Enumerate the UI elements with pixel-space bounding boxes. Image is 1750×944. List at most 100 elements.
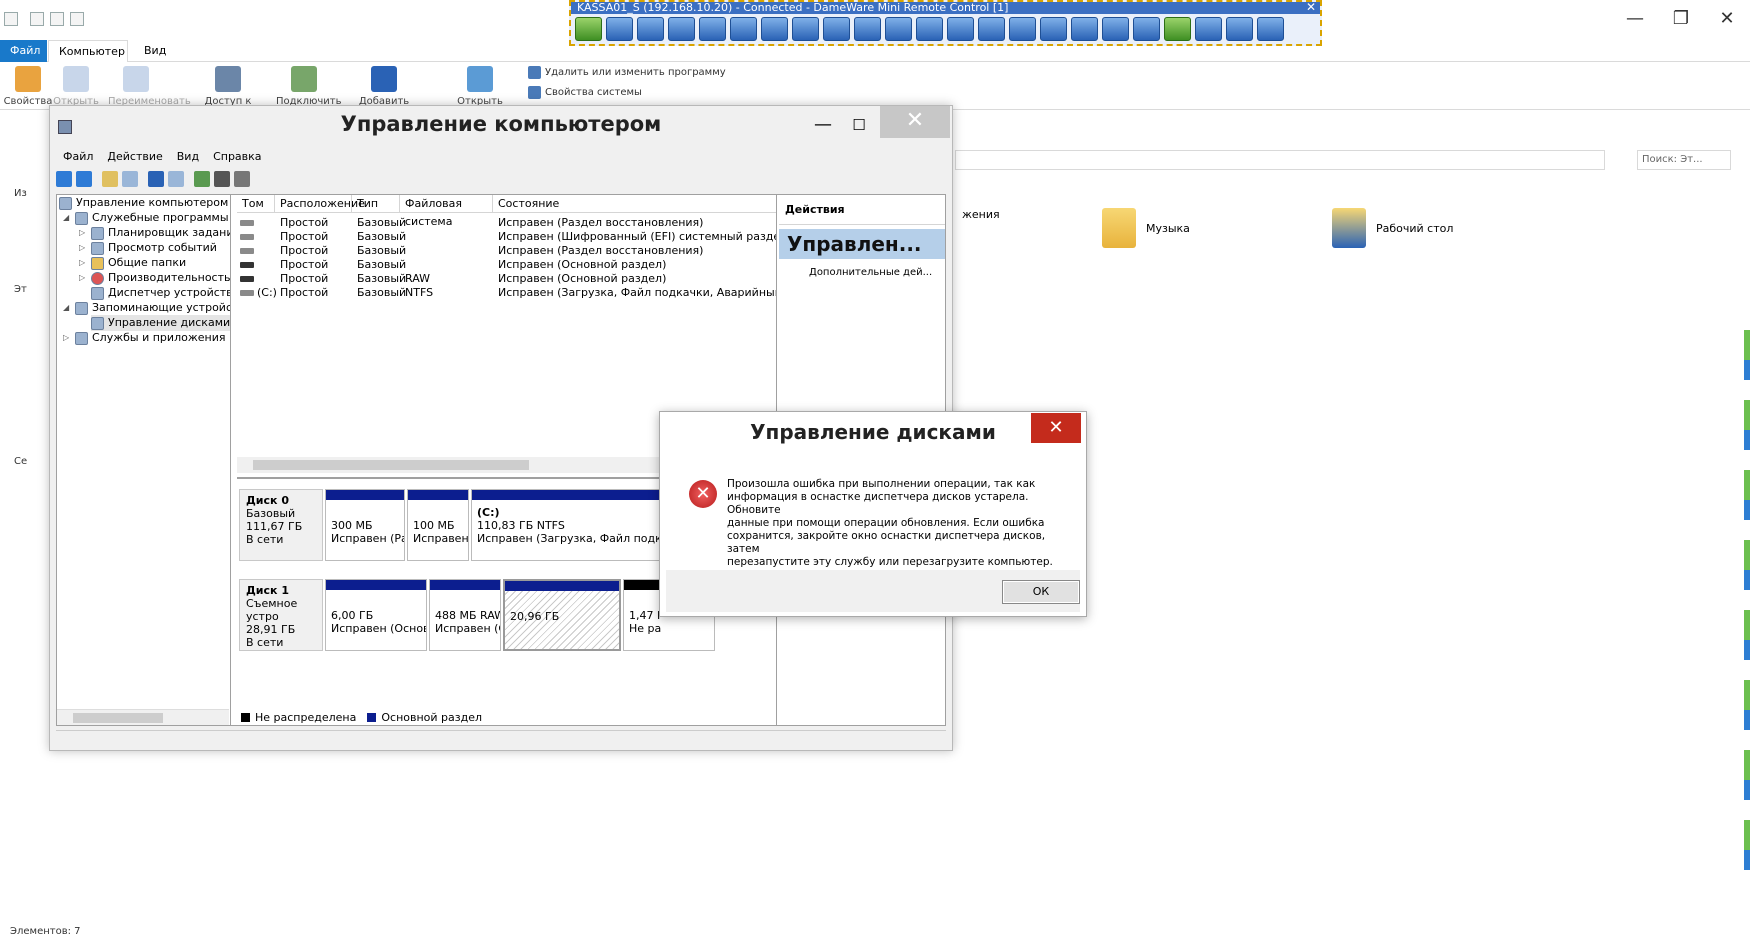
column-header-layout[interactable]: Расположение: [275, 195, 365, 213]
forward-icon[interactable]: [76, 171, 92, 187]
ribbon-map-drive-button[interactable]: Подключить: [276, 66, 342, 107]
new-folder-quick-icon[interactable]: [50, 12, 64, 26]
tree-item-disk-management[interactable]: Управление дисками: [91, 315, 230, 331]
folder-music[interactable]: Музыка: [1102, 208, 1190, 248]
refresh-icon[interactable]: [194, 171, 210, 187]
menu-file[interactable]: Файл: [56, 148, 100, 166]
up-icon[interactable]: [102, 171, 118, 187]
collapse-arrow-icon[interactable]: ◢: [63, 210, 71, 226]
column-header-volume[interactable]: Том: [237, 195, 275, 213]
remove-host-icon[interactable]: [1195, 17, 1222, 41]
search-input[interactable]: Поиск: Эт...: [1637, 150, 1731, 170]
disconnect-network-icon[interactable]: [1133, 17, 1160, 41]
expand-arrow-icon[interactable]: ▷: [63, 330, 71, 346]
windows-icon[interactable]: [1226, 17, 1253, 41]
dameware-close-button[interactable]: ✕: [1306, 0, 1316, 14]
address-bar[interactable]: [955, 150, 1605, 170]
partition-disk1-selected[interactable]: 20,96 ГБ: [503, 579, 621, 651]
tools-icon[interactable]: [1257, 17, 1284, 41]
partition-disk1-raw[interactable]: 488 МБ RAW Исправен (С: [429, 579, 501, 651]
show-tree-icon[interactable]: [122, 171, 138, 187]
undo-quick-icon[interactable]: [70, 12, 84, 26]
view-mode-icon[interactable]: [668, 17, 695, 41]
network-icon[interactable]: [1071, 17, 1098, 41]
folder-images[interactable]: жения: [962, 208, 1000, 221]
pointer-icon[interactable]: [885, 17, 912, 41]
cursor-icon[interactable]: [854, 17, 881, 41]
table-row[interactable]: (C:) Простой Базовый NTFS Исправен (Загрузка…: [237, 285, 776, 301]
back-icon[interactable]: [56, 171, 72, 187]
screenshot-icon[interactable]: [978, 17, 1005, 41]
ribbon-rename-button[interactable]: Переименовать: [108, 66, 191, 107]
expand-arrow-icon[interactable]: ▷: [79, 225, 87, 241]
export-icon[interactable]: [214, 171, 230, 187]
scrollbar-thumb[interactable]: [73, 713, 163, 723]
close-button[interactable]: ✕: [1704, 4, 1750, 34]
ctrl-alt-del-icon[interactable]: [730, 17, 757, 41]
tree-item-shared-folders[interactable]: ▷ Общие папки: [79, 255, 186, 271]
tree-item-system-tools[interactable]: ◢ Служебные программы: [63, 210, 229, 226]
cm-close-button[interactable]: ✕: [880, 106, 950, 138]
ok-button[interactable]: ОК: [1002, 580, 1080, 604]
partition-recovery[interactable]: 300 МБИсправен (Разд: [325, 489, 405, 561]
tree-item-storage[interactable]: ◢ Запоминающие устройст: [63, 300, 230, 316]
expand-arrow-icon[interactable]: ▷: [79, 240, 87, 256]
nav-this-pc[interactable]: Эт: [14, 284, 27, 295]
nav-favorites[interactable]: Из: [14, 188, 27, 199]
stop-icon[interactable]: [637, 17, 664, 41]
menu-action[interactable]: Действие: [100, 148, 169, 166]
keyboard-icon[interactable]: [823, 17, 850, 41]
actions-group-disk-management[interactable]: Управлен...: [779, 229, 945, 259]
settings-icon[interactable]: [947, 17, 974, 41]
nav-network[interactable]: Се: [14, 456, 27, 467]
disconnect-icon[interactable]: [575, 17, 602, 41]
disk-1-label[interactable]: Диск 1 Съемное устро 28,91 ГБ В сети: [239, 579, 323, 651]
tab-view[interactable]: Вид: [134, 40, 176, 62]
system-properties-link[interactable]: Свойства системы: [528, 86, 642, 99]
menu-view[interactable]: Вид: [170, 148, 206, 166]
chat-icon[interactable]: [1040, 17, 1067, 41]
scrollbar-thumb[interactable]: [253, 460, 529, 470]
minimize-button[interactable]: —: [1612, 4, 1658, 34]
tree-item-event-viewer[interactable]: ▷ Просмотр событий: [79, 240, 217, 256]
tab-computer[interactable]: Компьютер: [48, 40, 128, 62]
cm-minimize-button[interactable]: —: [806, 112, 840, 138]
tree-item-services-apps[interactable]: ▷ Службы и приложения: [63, 330, 225, 346]
tree-item-performance[interactable]: ▷ Производительность: [79, 270, 230, 286]
refresh-screen-icon[interactable]: [792, 17, 819, 41]
move-icon[interactable]: [699, 17, 726, 41]
tree-horizontal-scrollbar[interactable]: [57, 709, 229, 725]
column-header-status[interactable]: Состояние: [493, 195, 776, 213]
transfer-icon[interactable]: [1102, 17, 1129, 41]
cm-maximize-button[interactable]: ☐: [842, 112, 876, 138]
ribbon-open-button[interactable]: Открыть: [48, 66, 104, 107]
help-icon[interactable]: [148, 171, 164, 187]
print-icon[interactable]: [1009, 17, 1036, 41]
disk-0-label[interactable]: Диск 0 Базовый 111,67 ГБ В сети: [239, 489, 323, 561]
remote-screen-icon[interactable]: [606, 17, 633, 41]
dialog-close-button[interactable]: ✕: [1031, 413, 1081, 443]
add-host-icon[interactable]: [1164, 17, 1191, 41]
menu-help[interactable]: Справка: [206, 148, 268, 166]
maximize-button[interactable]: ❐: [1658, 4, 1704, 34]
actions-pane-icon[interactable]: [168, 171, 184, 187]
expand-arrow-icon[interactable]: ▷: [79, 270, 87, 286]
collapse-arrow-icon[interactable]: ◢: [63, 300, 71, 316]
uninstall-program-link[interactable]: Удалить или изменить программу: [528, 66, 726, 79]
partition-disk1-primary[interactable]: 6,00 ГБ Исправен (Основ: [325, 579, 427, 651]
lock-icon[interactable]: [761, 17, 788, 41]
properties-quick-icon[interactable]: [30, 12, 44, 26]
column-header-type[interactable]: Тип: [352, 195, 400, 213]
tree-item-task-scheduler[interactable]: ▷ Планировщик заданий: [79, 225, 230, 241]
more-actions-link[interactable]: Дополнительные дей...: [809, 267, 932, 278]
tree-item-computer-management[interactable]: Управление компьютером (л: [59, 195, 230, 211]
partition-efi[interactable]: 100 МБИсправен (I: [407, 489, 469, 561]
expand-arrow-icon[interactable]: ▷: [79, 255, 87, 271]
ribbon-access-button[interactable]: Доступ к: [200, 66, 256, 107]
screen-grid-icon[interactable]: [916, 17, 943, 41]
tab-file[interactable]: Файл: [0, 40, 47, 62]
tree-item-device-manager[interactable]: Диспетчер устройств: [91, 285, 230, 301]
column-header-filesystem[interactable]: Файловая система: [400, 195, 493, 228]
properties-icon[interactable]: [234, 171, 250, 187]
folder-desktop[interactable]: Рабочий стол: [1332, 208, 1453, 248]
